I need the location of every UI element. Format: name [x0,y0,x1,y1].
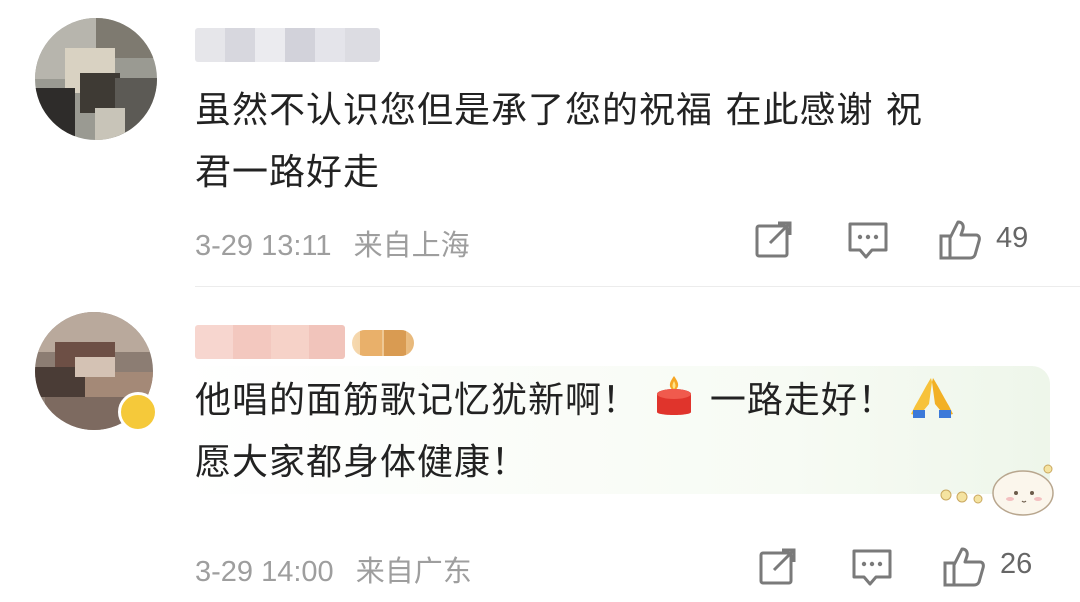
comment-meta: 3-29 14:00 来自广东 [195,548,486,590]
thumbs-up-icon[interactable] [938,218,982,262]
member-badge[interactable] [352,330,414,356]
username-blurred[interactable] [195,325,345,359]
comment-item: 他唱的面筋歌记忆犹新啊！ 一路走好！ 愿大家都身体健康！ 3-29 14:00 [0,288,1080,602]
verified-badge-icon [118,392,158,432]
like-count: 26 [1000,548,1033,580]
comment-icon[interactable] [850,545,894,589]
decorative-sticker-icon [940,464,1054,516]
folded-hands-emoji-icon [911,378,954,418]
comment-text: 虽然不认识您但是承了您的祝福 在此感谢 祝 君一路好走 [195,90,923,193]
comment-icon[interactable] [846,218,890,262]
comment-location: 来自上海 [353,230,470,262]
comment-text: 他唱的面筋歌记忆犹新啊！ 一路走好！ 愿大家都身体健康！ [195,370,1015,494]
like-count: 49 [996,222,1029,254]
thumbs-up-icon[interactable] [942,545,986,589]
comment-time: 3-29 14:00 [195,556,334,588]
username-blurred[interactable] [195,28,380,62]
divider [195,286,1080,287]
comment-item: 虽然不认识您但是承了您的祝福 在此感谢 祝 君一路好走 3-29 13:11 来… [0,0,1080,286]
comment-location: 来自广东 [355,556,472,588]
candle-emoji-icon [657,376,692,415]
comment-meta: 3-29 13:11 来自上海 [195,222,484,264]
avatar[interactable] [35,18,157,140]
share-icon[interactable] [752,218,796,262]
share-icon[interactable] [756,545,800,589]
comment-time: 3-29 13:11 [195,230,332,262]
